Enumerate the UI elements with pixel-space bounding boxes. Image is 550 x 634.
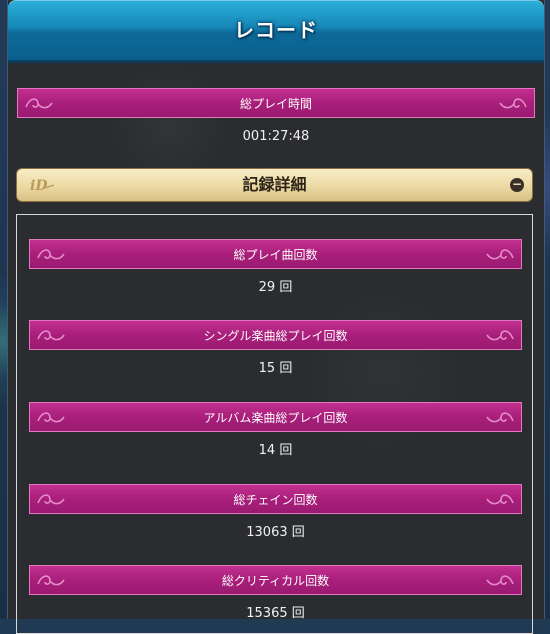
item-value: 14 回: [258, 443, 293, 458]
item-label: 総チェイン回数: [233, 493, 318, 507]
ornament-icon: [37, 330, 65, 341]
page-header: レコード: [8, 0, 544, 63]
ornament-icon: [499, 98, 527, 109]
item-label: アルバム楽曲総プレイ回数: [203, 411, 348, 425]
item-value: 15365 回: [246, 606, 305, 621]
list-item-heading: アルバム楽曲総プレイ回数: [29, 402, 522, 432]
ornament-icon: [37, 575, 65, 586]
ornament-icon: [37, 249, 65, 260]
total-play-time-label: 総プレイ時間: [239, 97, 312, 111]
ornament-icon: [37, 412, 65, 423]
item-value: 13063 回: [246, 525, 305, 540]
page-title: レコード: [234, 18, 318, 42]
item-label: 総プレイ曲回数: [233, 248, 318, 262]
item-label: シングル楽曲総プレイ回数: [203, 329, 348, 343]
list-item-heading: 総クリティカル回数: [29, 565, 522, 595]
list-item-heading: 総プレイ曲回数: [29, 239, 522, 269]
ornament-icon: [486, 249, 514, 260]
ornament-icon: [37, 494, 65, 505]
ornament-icon: [486, 330, 514, 341]
list-item-heading: シングル楽曲総プレイ回数: [29, 320, 522, 350]
item-label: 総クリティカル回数: [221, 574, 330, 588]
ornament-icon: [486, 412, 514, 423]
total-play-time-value: 001:27:48: [242, 129, 310, 144]
ornament-icon: [486, 494, 514, 505]
record-details-title: 記録詳細: [242, 175, 307, 194]
ornament-icon: [486, 575, 514, 586]
item-value: 29 回: [258, 280, 293, 295]
item-value: 15 回: [258, 361, 293, 376]
total-play-time-heading: 総プレイ時間: [17, 88, 535, 118]
list-item-heading: 総チェイン回数: [29, 484, 522, 514]
ornament-icon: [25, 98, 53, 109]
record-details-accordion[interactable]: iD 記録詳細 −: [16, 168, 533, 202]
collapse-icon[interactable]: −: [510, 178, 524, 192]
